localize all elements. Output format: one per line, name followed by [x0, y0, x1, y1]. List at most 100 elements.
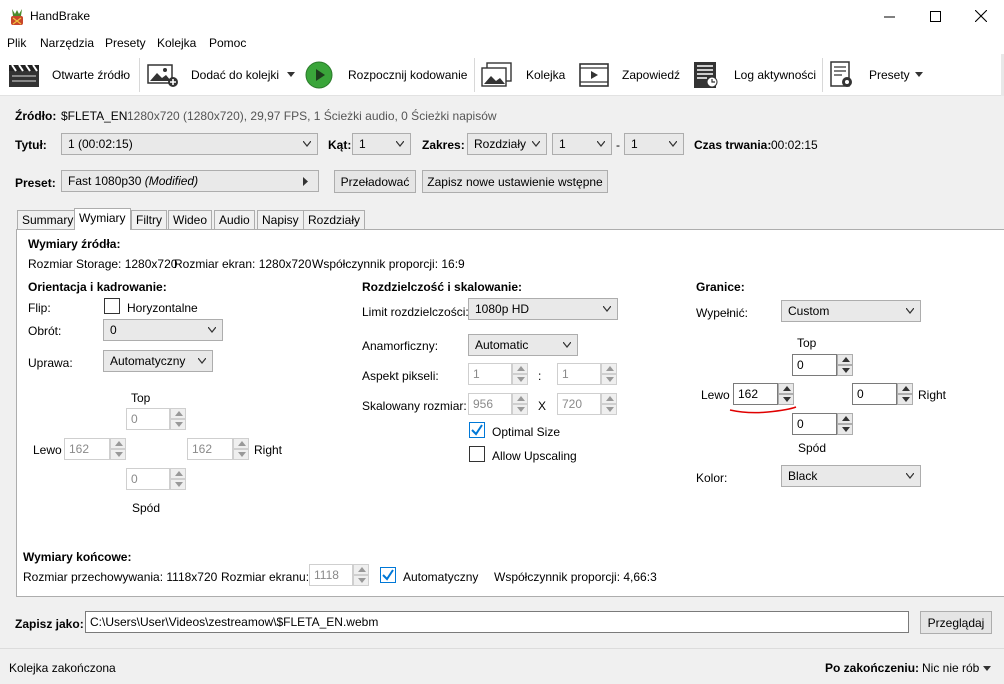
final-display-size-value[interactable]: 1118	[309, 564, 353, 586]
menu-pomoc[interactable]: Pomoc	[209, 36, 246, 50]
border-right-spinner[interactable]: 0	[852, 383, 913, 405]
menu-presety[interactable]: Presety	[105, 36, 146, 50]
spin-up-button[interactable]	[837, 413, 853, 424]
spin-down-button[interactable]	[837, 424, 853, 435]
preset-selector[interactable]: Fast 1080p30 (Modified)	[61, 170, 319, 192]
spin-up-button[interactable]	[353, 564, 369, 575]
spin-down-button[interactable]	[110, 449, 126, 460]
pixel-aspect-height-spinner[interactable]: 1	[557, 363, 617, 385]
border-top-value[interactable]: 0	[792, 354, 837, 376]
maximize-button[interactable]	[912, 0, 958, 32]
scaled-height-spinner[interactable]: 720	[557, 393, 617, 415]
pixel-aspect-height-value[interactable]: 1	[557, 363, 601, 385]
border-bottom-value[interactable]: 0	[792, 413, 837, 435]
border-color-dropdown[interactable]: Black	[781, 465, 921, 487]
preset-value: Fast 1080p30	[68, 174, 142, 188]
start-encode-button[interactable]: Rozpocznij kodowanie	[303, 58, 471, 92]
save-path-input[interactable]: C:\Users\User\Videos\zestreamow\$FLETA_E…	[85, 611, 909, 633]
preview-button[interactable]: Zapowiedź	[577, 58, 685, 92]
scaled-width-value[interactable]: 956	[468, 393, 512, 415]
menu-kolejka[interactable]: Kolejka	[157, 36, 196, 50]
chevron-down-icon[interactable]	[915, 72, 923, 78]
spin-up-button[interactable]	[837, 354, 853, 365]
open-source-button[interactable]: Otwarte źródło	[6, 58, 134, 92]
tab-summary[interactable]: Summary	[17, 210, 79, 229]
menu-narzedzia[interactable]: Narzędzia	[40, 36, 94, 50]
rotate-dropdown[interactable]: 0	[103, 319, 223, 341]
spin-up-button[interactable]	[170, 468, 186, 479]
spin-up-button[interactable]	[233, 438, 249, 449]
spin-down-button[interactable]	[601, 374, 617, 385]
crop-mode-dropdown[interactable]: Automatyczny	[103, 350, 213, 372]
flip-horizontal-checkbox[interactable]	[104, 298, 120, 314]
crop-left-spinner[interactable]: 162	[64, 438, 126, 460]
spin-down-button[interactable]	[170, 419, 186, 430]
spin-down-button[interactable]	[233, 449, 249, 460]
tab-wideo[interactable]: Wideo	[168, 210, 213, 229]
queue-button[interactable]: Kolejka	[479, 58, 569, 92]
presets-button[interactable]: Presety	[827, 58, 927, 92]
close-button[interactable]	[958, 0, 1004, 32]
menu-plik[interactable]: Plik	[7, 36, 26, 50]
activity-log-label: Log aktywności	[734, 68, 817, 82]
tab-rozdzialy[interactable]: Rozdziały	[303, 210, 366, 229]
border-top-spinner[interactable]: 0	[792, 354, 853, 376]
border-left-spinner[interactable]: 162	[733, 383, 794, 405]
border-left-value[interactable]: 162	[733, 383, 778, 405]
maximize-icon	[929, 10, 941, 22]
range-mode-dropdown[interactable]: Rozdziały	[467, 133, 547, 155]
final-display-size-spinner[interactable]: 1118	[309, 564, 369, 586]
range-end-dropdown[interactable]: 1	[624, 133, 684, 155]
angle-dropdown[interactable]: 1	[352, 133, 411, 155]
spin-up-button[interactable]	[778, 383, 794, 394]
scaled-width-spinner[interactable]: 956	[468, 393, 528, 415]
after-completion-dropdown[interactable]: Nic nie rób	[922, 657, 994, 677]
spin-up-button[interactable]	[110, 438, 126, 449]
spin-down-button[interactable]	[512, 374, 528, 385]
spin-down-button[interactable]	[897, 394, 913, 405]
border-right-value[interactable]: 0	[852, 383, 897, 405]
spin-down-button[interactable]	[837, 365, 853, 376]
spin-down-button[interactable]	[353, 575, 369, 586]
crop-bottom-spinner[interactable]: 0	[126, 468, 186, 490]
optimal-size-checkbox[interactable]	[469, 422, 485, 438]
minimize-button[interactable]	[866, 0, 912, 32]
save-new-preset-button[interactable]: Zapisz nowe ustawienie wstępne	[422, 170, 608, 193]
allow-upscaling-checkbox[interactable]	[469, 446, 485, 462]
spin-up-button[interactable]	[601, 363, 617, 374]
spin-up-button[interactable]	[512, 393, 528, 404]
tab-wymiary[interactable]: Wymiary	[74, 208, 131, 230]
crop-left-value[interactable]: 162	[64, 438, 110, 460]
anamorphic-dropdown[interactable]: Automatic	[468, 334, 578, 356]
spin-up-button[interactable]	[512, 363, 528, 374]
fill-mode-dropdown[interactable]: Custom	[781, 300, 921, 322]
activity-log-button[interactable]: Log aktywności	[690, 58, 820, 92]
spin-down-button[interactable]	[601, 404, 617, 415]
pixel-aspect-width-spinner[interactable]: 1	[468, 363, 528, 385]
chevron-down-icon	[563, 342, 571, 348]
border-bottom-spinner[interactable]: 0	[792, 413, 853, 435]
automatic-display-checkbox[interactable]	[380, 567, 396, 583]
chevron-down-icon[interactable]	[287, 72, 295, 78]
crop-bottom-value[interactable]: 0	[126, 468, 170, 490]
add-to-queue-button[interactable]: Dodać do kolejki	[144, 58, 298, 92]
spin-up-button[interactable]	[601, 393, 617, 404]
crop-right-value[interactable]: 162	[187, 438, 233, 460]
tab-filtry[interactable]: Filtry	[131, 210, 167, 229]
spin-down-button[interactable]	[170, 479, 186, 490]
crop-top-spinner[interactable]: 0	[126, 408, 186, 430]
tab-napisy[interactable]: Napisy	[257, 210, 304, 229]
range-start-dropdown[interactable]: 1	[552, 133, 612, 155]
crop-right-spinner[interactable]: 162	[187, 438, 249, 460]
spin-up-button[interactable]	[170, 408, 186, 419]
pixel-aspect-width-value[interactable]: 1	[468, 363, 512, 385]
tab-audio[interactable]: Audio	[214, 210, 255, 229]
crop-top-value[interactable]: 0	[126, 408, 170, 430]
spin-up-button[interactable]	[897, 383, 913, 394]
scaled-height-value[interactable]: 720	[557, 393, 601, 415]
title-dropdown[interactable]: 1 (00:02:15)	[61, 133, 318, 155]
spin-down-button[interactable]	[512, 404, 528, 415]
reload-preset-button[interactable]: Przeładować	[334, 170, 416, 193]
browse-button[interactable]: Przeglądaj	[920, 611, 992, 634]
resolution-limit-dropdown[interactable]: 1080p HD	[468, 298, 618, 320]
